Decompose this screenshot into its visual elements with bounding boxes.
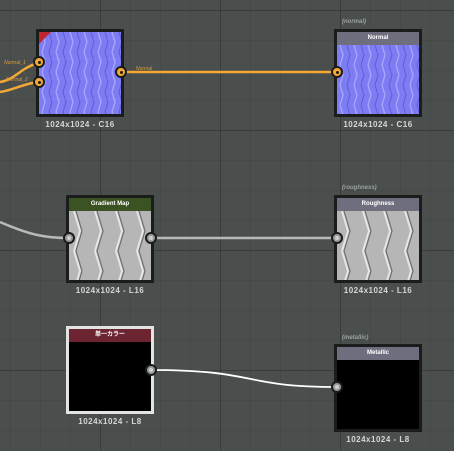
metallic-output-title: Metallic [337,347,419,360]
metallic-output-input-port[interactable] [331,381,343,393]
normal-output-thumbnail [337,45,419,114]
gradient-map-node[interactable]: Gradient Map [66,195,154,283]
uniform-color-thumbnail [69,342,151,411]
gradient-map-thumbnail [69,211,151,280]
uniform-color-node[interactable]: 単一カラー [66,326,154,414]
metallic-output-node[interactable]: Metallic [334,344,422,432]
wire-label-normal-link: Normal [136,66,153,72]
normal-source-output-port[interactable] [115,66,127,78]
metallic-output-resolution: 1024x1024 - L8 [346,435,410,444]
normal-source-input-port-2[interactable] [33,76,45,88]
normal-output-resolution: 1024x1024 - C16 [343,120,413,129]
normal-source-resolution: 1024x1024 - C16 [45,120,115,129]
normal-output-title: Normal [337,32,419,45]
normal-source-input-port-1[interactable] [33,56,45,68]
wire-roughness-in [0,220,70,240]
roughness-output-thumbnail [337,211,419,280]
normal-output-identifier: (normal) [342,19,366,25]
roughness-output-title: Roughness [337,198,419,211]
gradient-map-resolution: 1024x1024 - L16 [75,286,145,295]
roughness-output-identifier: (roughness) [342,185,377,191]
metallic-output-identifier: (metallic) [342,335,369,341]
metallic-output-thumbnail [337,360,419,429]
uniform-color-title: 単一カラー [69,329,151,342]
uniform-color-resolution: 1024x1024 - L8 [78,417,142,426]
wire-metallic [149,369,338,388]
normal-source-node[interactable] [36,29,124,117]
normal-output-node[interactable]: Normal [334,29,422,117]
gradient-map-title: Gradient Map [69,198,151,211]
roughness-output-input-port[interactable] [331,232,343,244]
normal-output-input-port[interactable] [331,66,343,78]
wire-label-normal-2: Normal_2 [6,77,28,83]
roughness-output-resolution: 1024x1024 - L16 [343,286,413,295]
gradient-map-output-port[interactable] [145,232,157,244]
wire-label-normal-1: Normal_1 [4,60,26,66]
uniform-color-output-port[interactable] [145,364,157,376]
error-flag-icon [39,32,51,44]
gradient-map-input-port[interactable] [63,232,75,244]
normal-source-thumbnail [39,32,121,114]
roughness-output-node[interactable]: Roughness [334,195,422,283]
